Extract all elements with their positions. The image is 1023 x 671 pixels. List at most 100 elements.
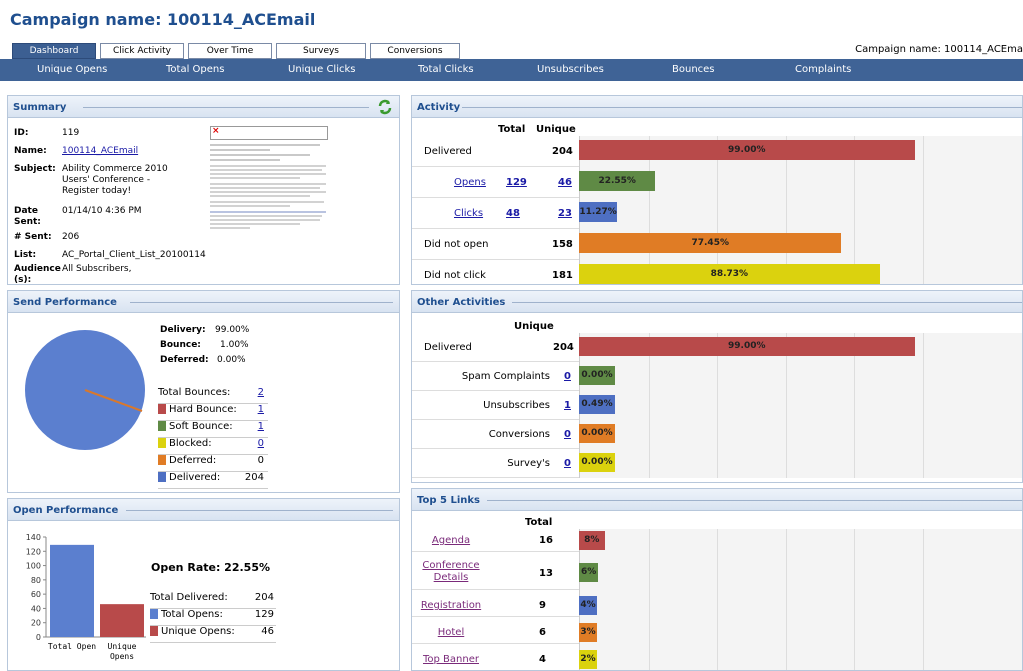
summary-header: Summary <box>8 96 399 118</box>
tab-conversions[interactable]: Conversions <box>370 43 460 59</box>
row-divider <box>412 228 579 229</box>
email-preview-thumbnail[interactable]: × <box>210 126 332 231</box>
soft-bounce-label: Soft Bounce: <box>169 421 233 432</box>
delivery-label: Delivery: <box>160 325 206 335</box>
campaign-name-link[interactable]: 100114_ACEmail <box>62 146 138 157</box>
date-label: Date <box>14 206 38 216</box>
activity-panel: Activity Total Unique Delivered 204 99.00%… <box>411 95 1023 285</box>
activity-header: Activity <box>412 96 1022 118</box>
link-label[interactable]: Top Banner <box>420 654 482 666</box>
total-opens-value: 129 <box>254 609 274 620</box>
activity-label: Did not open <box>424 239 489 250</box>
activity-col-unique: Unique <box>536 124 576 135</box>
tab-over-time[interactable]: Over Time <box>188 43 272 59</box>
activity-total-link[interactable]: 48 <box>506 208 520 219</box>
other-label: Unsubscribes <box>483 400 550 411</box>
grid-line <box>854 529 855 670</box>
link-bar: 4% <box>579 596 597 615</box>
other-activities-panel: Other Activities Unique Delivered 204 99.0… <box>411 290 1023 483</box>
row-divider <box>412 448 579 449</box>
nav-complaints[interactable]: Complaints <box>795 64 851 75</box>
legend-blue-swatch <box>158 472 166 482</box>
activity-label-link[interactable]: Opens <box>454 177 486 188</box>
y-tick-label: 0 <box>36 633 41 642</box>
date-value: 01/14/10 4:36 PM <box>62 206 142 216</box>
other-unique-link[interactable]: 0 <box>564 458 571 469</box>
other-unique-link[interactable]: 1 <box>564 400 571 411</box>
bounce-value: 1.00% <box>220 340 249 350</box>
link-total: 13 <box>539 568 553 579</box>
activity-unique: 204 <box>552 146 573 157</box>
open-rate-text: Open Rate: 22.55% <box>151 561 271 574</box>
deferred-count-label: Deferred: <box>169 455 217 466</box>
nav-unsubscribes[interactable]: Unsubscribes <box>537 64 604 75</box>
other-label: Conversions <box>488 429 550 440</box>
link-label[interactable]: Registration <box>420 600 482 612</box>
other-activities-title: Other Activities <box>417 297 506 308</box>
total-bounces-link[interactable]: 2 <box>258 387 264 398</box>
tab-dashboard[interactable]: Dashboard <box>12 43 96 59</box>
link-label[interactable]: Hotel <box>420 627 482 639</box>
soft-bounce-link[interactable]: 1 <box>258 421 264 432</box>
other-unique-link[interactable]: 0 <box>564 429 571 440</box>
tab-click-activity[interactable]: Click Activity <box>100 43 184 59</box>
x-tick-label: Opens <box>110 652 134 661</box>
link-total: 9 <box>539 600 546 611</box>
link-label[interactable]: Conference Details <box>420 560 482 584</box>
link-bar: 6% <box>579 563 599 582</box>
y-tick-label: 80 <box>31 576 41 585</box>
row-divider <box>412 166 579 167</box>
total-delivered-label: Total Delivered: <box>150 592 228 603</box>
activity-bar: 22.55% <box>579 171 656 191</box>
activity-bar: 99.00% <box>579 140 915 160</box>
activity-label: Did not click <box>424 270 486 281</box>
send-performance-panel: Send Performance Delivery: 99.00% Bounce… <box>7 290 400 493</box>
link-total: 6 <box>539 627 546 638</box>
summary-title: Summary <box>13 102 67 113</box>
campaign-name-label: Campaign name: 100114_ACEma <box>855 44 1023 55</box>
row-divider <box>412 589 579 590</box>
subject-line3: Register today! <box>62 186 132 196</box>
nav-total-clicks[interactable]: Total Clicks <box>418 64 474 75</box>
summary-panel: Summary ID: 119 Name: 100114_ACEmail Sub… <box>7 95 400 285</box>
deferred-count: 0 <box>257 455 264 466</box>
row-divider <box>412 390 579 391</box>
y-tick-label: 60 <box>31 590 41 599</box>
subject-line2: Users' Conference - <box>62 175 151 185</box>
total-delivered-value: 204 <box>254 592 274 603</box>
nav-bounces[interactable]: Bounces <box>672 64 715 75</box>
grid-line <box>922 136 924 284</box>
grid-line <box>717 529 718 670</box>
link-label[interactable]: Agenda <box>420 535 482 547</box>
grid-line <box>922 529 924 670</box>
row-divider <box>412 643 579 644</box>
id-label: ID: <box>14 128 29 138</box>
refresh-icon[interactable] <box>377 99 393 115</box>
activity-total-link[interactable]: 129 <box>506 177 527 188</box>
nav-unique-opens[interactable]: Unique Opens <box>37 64 107 75</box>
nav-total-opens[interactable]: Total Opens <box>166 64 224 75</box>
activity-bar: 11.27% <box>579 202 618 222</box>
other-bar: 0.49% <box>579 395 615 414</box>
blocked-link[interactable]: 0 <box>258 438 264 449</box>
activity-label: Delivered <box>424 146 472 157</box>
nav-unique-clicks[interactable]: Unique Clicks <box>288 64 356 75</box>
activity-unique-link[interactable]: 46 <box>558 177 572 188</box>
deferred-label: Deferred: <box>160 355 209 365</box>
links-grid <box>579 529 1022 670</box>
y-tick-label: 20 <box>31 619 41 628</box>
hard-bounce-link[interactable]: 1 <box>258 404 264 415</box>
other-unique-link[interactable]: 0 <box>564 371 571 382</box>
grid-line <box>785 529 787 670</box>
open-performance-panel: Open Performance 140 120 100 80 60 40 20 0 Total… <box>7 498 400 671</box>
open-bar-chart: 140 120 100 80 60 40 20 0 Total Open UniqueOpens <box>26 533 146 661</box>
tab-surveys[interactable]: Surveys <box>276 43 366 59</box>
activity-unique-link[interactable]: 23 <box>558 208 572 219</box>
blocked-label: Blocked: <box>169 438 212 449</box>
activity-label-link[interactable]: Clicks <box>454 208 483 219</box>
y-tick-label: 40 <box>31 604 41 613</box>
activity-bar: 77.45% <box>579 233 842 253</box>
link-bar: 3% <box>579 623 597 642</box>
row-divider <box>412 361 579 362</box>
other-unique: 204 <box>553 342 574 353</box>
